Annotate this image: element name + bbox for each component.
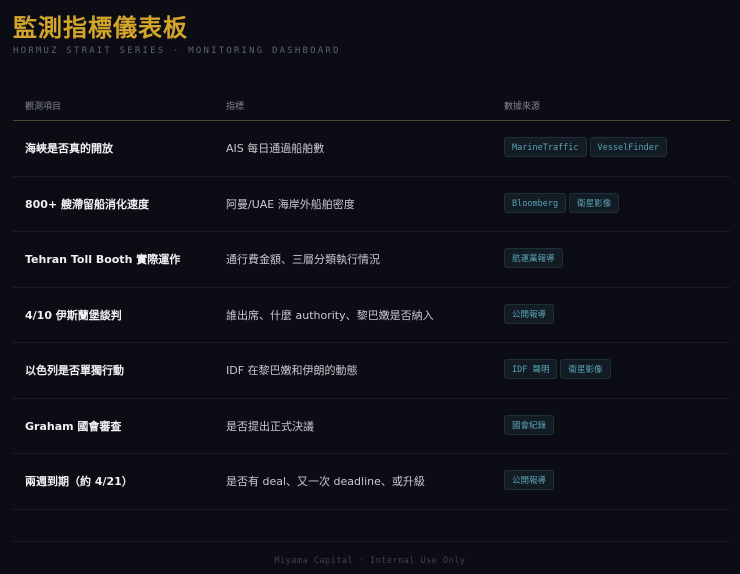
table-row: 以色列是否單獨行動 IDF 在黎巴嫩和伊朗的動態 IDF 聲明 衛星影像 bbox=[13, 343, 730, 399]
table-row: 海峽是否真的開放 AIS 每日通過船舶數 MarineTraffic Vessel… bbox=[13, 121, 730, 177]
source-badges: Bloomberg 衛星影像 bbox=[504, 192, 620, 213]
indicator-text: AIS 每日通過船舶數 bbox=[226, 142, 325, 155]
source-badge[interactable]: IDF 聲明 bbox=[504, 359, 558, 379]
table-row: 兩週到期（約 4/21） 是否有 deal、又一次 deadline、或升級 公… bbox=[13, 454, 730, 510]
indicator-text: 是否有 deal、又一次 deadline、或升級 bbox=[226, 475, 425, 488]
column-header-source: 數據來源 bbox=[504, 102, 541, 112]
indicator-text: 阿曼/UAE 海岸外船舶密度 bbox=[226, 197, 355, 211]
indicator-text: IDF 在黎巴嫩和伊朗的動態 bbox=[226, 364, 358, 377]
source-badges: 公開報導 bbox=[504, 303, 555, 324]
source-badges: IDF 聲明 衛星影像 bbox=[504, 359, 611, 379]
source-badges: MarineTraffic VesselFinder bbox=[504, 137, 667, 157]
observation-item: 兩週到期（約 4/21） bbox=[25, 475, 133, 488]
source-badges: 公開報導 bbox=[504, 470, 555, 490]
source-badge[interactable]: 衛星影像 bbox=[560, 359, 611, 379]
source-badge[interactable]: VesselFinder bbox=[589, 137, 667, 157]
indicator-text: 通行費金額、三層分類執行情況 bbox=[226, 253, 380, 266]
column-header-item: 觀測項目 bbox=[25, 102, 62, 112]
table-header: 觀測項目 指標 數據來源 bbox=[13, 88, 730, 121]
source-badge[interactable]: 國會紀錄 bbox=[504, 414, 555, 435]
table-row: 800+ 艘滯留船消化速度 阿曼/UAE 海岸外船舶密度 Bloomberg 衛星… bbox=[13, 177, 730, 232]
table-row: Tehran Toll Booth 實際運作 通行費金額、三層分類執行情況 航運… bbox=[13, 232, 730, 288]
source-badge[interactable]: Bloomberg bbox=[504, 192, 567, 213]
indicator-text: 是否提出正式決議 bbox=[226, 419, 314, 433]
source-badge[interactable]: 公開報導 bbox=[504, 303, 555, 324]
observation-item: 800+ 艘滯留船消化速度 bbox=[25, 197, 150, 211]
table-row: 4/10 伊斯蘭堡談判 誰出席、什麼 authority、黎巴嫩是否納入 公開報… bbox=[13, 288, 730, 343]
indicator-text: 誰出席、什麼 authority、黎巴嫩是否納入 bbox=[226, 308, 434, 322]
observation-item: 4/10 伊斯蘭堡談判 bbox=[25, 308, 122, 322]
observation-item: Tehran Toll Booth 實際運作 bbox=[25, 253, 181, 266]
source-badges: 航運業報導 bbox=[504, 248, 563, 268]
source-badge[interactable]: 航運業報導 bbox=[504, 248, 563, 268]
table-row: Graham 國會審查 是否提出正式決議 國會紀錄 bbox=[13, 399, 730, 454]
source-badge[interactable]: MarineTraffic bbox=[504, 137, 587, 157]
source-badge[interactable]: 公開報導 bbox=[504, 470, 555, 490]
footer: Miyama Capital · Internal Use Only bbox=[274, 556, 466, 566]
observation-item: 以色列是否單獨行動 bbox=[25, 364, 124, 377]
observation-item: 海峽是否真的開放 bbox=[25, 142, 113, 155]
column-header-indicator: 指標 bbox=[226, 102, 245, 112]
observation-item: Graham 國會審查 bbox=[25, 419, 122, 433]
monitoring-table: 觀測項目 指標 數據來源 海峽是否真的開放 AIS 每日通過船舶數 Marine… bbox=[13, 88, 730, 542]
page-subtitle: HORMUZ STRAIT SERIES · MONITORING DASHBO… bbox=[13, 46, 341, 56]
source-badges: 國會紀錄 bbox=[504, 414, 555, 435]
source-badge[interactable]: 衛星影像 bbox=[569, 192, 620, 213]
table-bottom-divider bbox=[13, 510, 730, 542]
page-title: 監測指標儀表板 bbox=[13, 14, 188, 42]
